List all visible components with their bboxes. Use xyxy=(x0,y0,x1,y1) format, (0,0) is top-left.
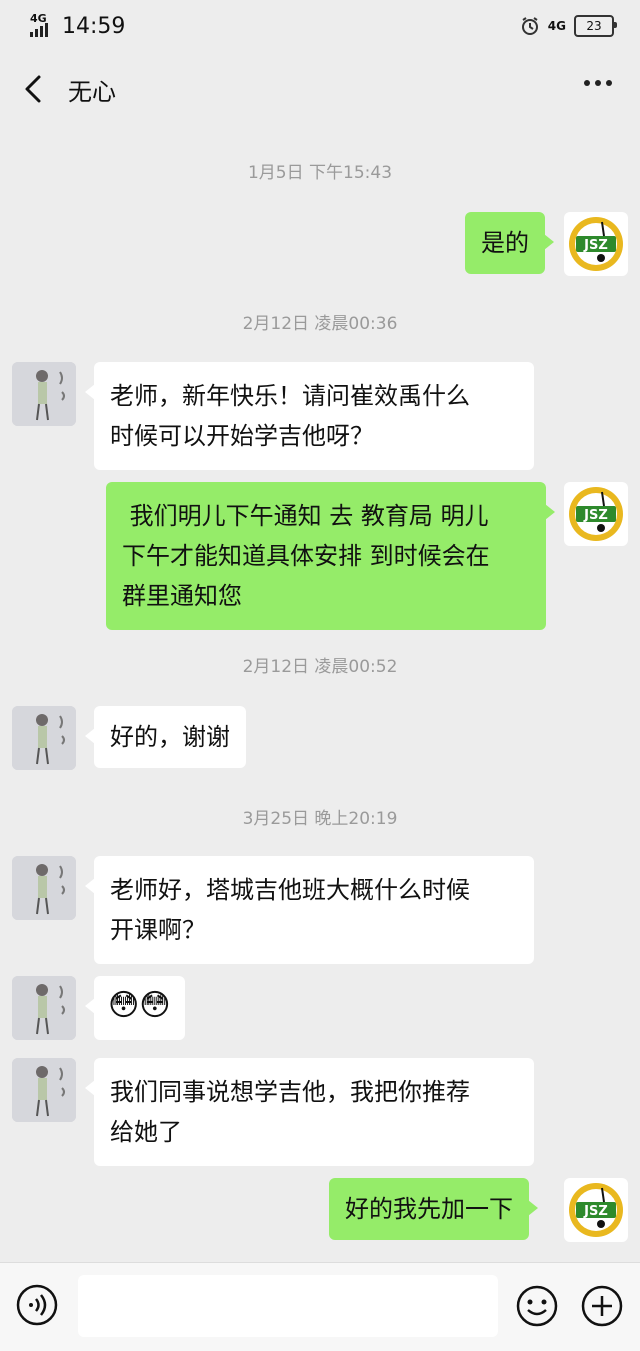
back-arrow-icon[interactable] xyxy=(18,69,48,109)
message-bubble[interactable]: 好的我先加一下 xyxy=(329,1178,538,1240)
contact-avatar-image xyxy=(12,362,76,426)
message-line: 时候可以开始学吉他呀？ xyxy=(110,422,374,450)
chat-title: 无心 xyxy=(68,77,116,106)
contact-avatar[interactable] xyxy=(12,1058,76,1122)
jsz-logo-icon: JSZ xyxy=(569,217,623,271)
battery-icon: 23 xyxy=(574,15,617,37)
message-input[interactable] xyxy=(78,1275,498,1337)
voice-icon[interactable] xyxy=(16,1284,58,1326)
timestamp: 3月25日 晚上20:19 xyxy=(242,809,398,829)
message-bubble[interactable]: 我们同事说想学吉他，我把你推荐 给她了 xyxy=(85,1058,534,1166)
message-line: 群里通知您 xyxy=(122,582,242,610)
contact-avatar-image xyxy=(12,856,76,920)
my-avatar[interactable]: JSZ xyxy=(564,212,628,276)
jsz-logo-icon: JSZ xyxy=(569,1183,623,1237)
svg-text:JSZ: JSZ xyxy=(583,1204,608,1219)
message-list[interactable]: 1月5日 下午15:43 JSZ 是的 2月12日 凌晨00:36 老师，新年快… xyxy=(0,126,640,1260)
message-line: 给她了 xyxy=(110,1118,182,1146)
message-text: 是的 xyxy=(481,229,529,257)
alarm-icon xyxy=(521,17,538,35)
message-line: 老师好，塔城吉他班大概什么时候 xyxy=(110,876,470,904)
battery-level: 23 xyxy=(586,19,602,33)
timestamp: 2月12日 凌晨00:36 xyxy=(242,314,398,334)
message-bubble[interactable]: 我们明儿下午通知 去 教育局 明儿 下午才能知道具体安排 到时候会在 群里通知您 xyxy=(106,482,555,630)
contact-avatar[interactable] xyxy=(12,706,76,770)
status-bar: 4G 14:59 4G 23 xyxy=(0,0,640,52)
message-bubble[interactable]: 是的 xyxy=(465,212,554,274)
message-bubble[interactable]: 好的，谢谢 xyxy=(85,706,246,768)
emoji-icon[interactable] xyxy=(515,1284,559,1328)
contact-avatar[interactable] xyxy=(12,362,76,426)
message-line: 我们同事说想学吉他，我把你推荐 xyxy=(110,1078,470,1106)
flushed-face-emoji: 😳😳 xyxy=(108,988,171,1023)
message-text: 好的我先加一下 xyxy=(345,1195,513,1223)
my-avatar[interactable]: JSZ xyxy=(564,482,628,546)
message-text: 好的，谢谢 xyxy=(110,723,230,751)
message-bubble[interactable]: 老师好，塔城吉他班大概什么时候 开课啊？ xyxy=(85,856,534,964)
plus-icon[interactable] xyxy=(580,1284,624,1328)
message-bubble[interactable]: 老师，新年快乐！请问崔效禹什么 时候可以开始学吉他呀？ xyxy=(85,362,534,470)
status-time: 14:59 xyxy=(62,13,126,39)
svg-text:JSZ: JSZ xyxy=(583,508,608,523)
network-type-right: 4G xyxy=(547,19,566,33)
more-dots-icon[interactable] xyxy=(584,80,612,86)
message-bubble[interactable]: 😳😳 xyxy=(85,976,185,1040)
chat-header: 无心 xyxy=(0,52,640,126)
svg-text:JSZ: JSZ xyxy=(583,238,608,253)
contact-avatar[interactable] xyxy=(12,856,76,920)
message-line: 开课啊？ xyxy=(110,916,206,944)
signal-icon: 4G xyxy=(28,12,56,39)
jsz-logo-icon: JSZ xyxy=(569,487,623,541)
timestamp: 2月12日 凌晨00:52 xyxy=(242,657,398,677)
contact-avatar[interactable] xyxy=(12,976,76,1040)
input-bar xyxy=(0,1262,640,1351)
message-line: 老师，新年快乐！请问崔效禹什么 xyxy=(110,382,470,410)
contact-avatar-image xyxy=(12,706,76,770)
timestamp: 1月5日 下午15:43 xyxy=(247,163,393,183)
my-avatar[interactable]: JSZ xyxy=(564,1178,628,1242)
contact-avatar-image xyxy=(12,976,76,1040)
message-line: 我们明儿下午通知 去 教育局 明儿 xyxy=(122,502,489,530)
contact-avatar-image xyxy=(12,1058,76,1122)
message-line: 下午才能知道具体安排 到时候会在 xyxy=(122,542,490,570)
